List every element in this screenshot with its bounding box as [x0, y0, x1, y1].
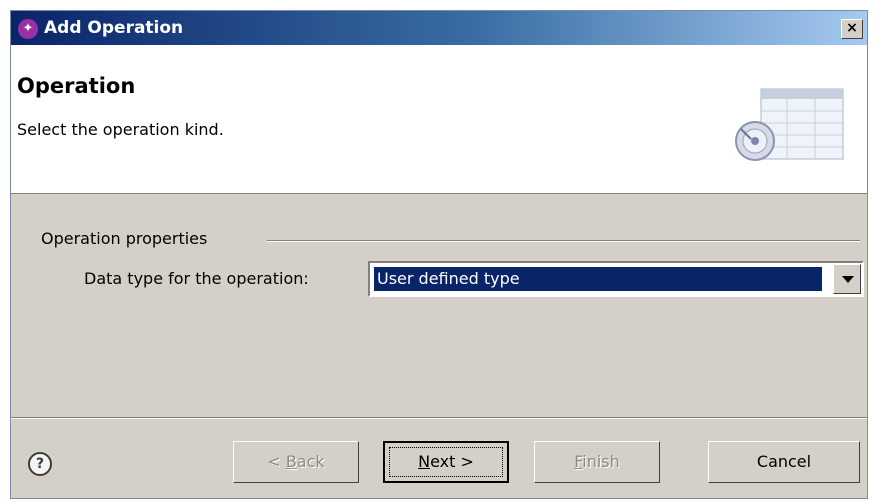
title-bar[interactable]: ✦ Add Operation × — [11, 11, 867, 45]
data-type-select[interactable]: User defined type — [368, 261, 864, 297]
next-label-mnemonic: N — [418, 452, 431, 471]
dropdown-arrow-icon[interactable] — [833, 264, 861, 294]
back-label-mnemonic: B — [285, 452, 297, 471]
page-description: Select the operation kind. — [17, 120, 224, 139]
group-divider — [267, 240, 860, 242]
wizard-header: Operation Select the operation kind. — [11, 45, 867, 194]
back-label-pre: < — [267, 452, 286, 471]
cancel-button[interactable]: Cancel — [708, 441, 860, 483]
finish-label-post: inish — [582, 452, 620, 471]
finish-button[interactable]: Finish — [534, 441, 660, 483]
data-type-label: Data type for the operation: — [84, 269, 309, 288]
wizard-banner-icon — [735, 88, 844, 161]
wizard-app-icon: ✦ — [18, 19, 38, 39]
data-type-selected-value[interactable]: User defined type — [373, 266, 823, 292]
next-button[interactable]: Next > — [383, 441, 509, 483]
page-title: Operation — [17, 74, 136, 98]
add-operation-dialog: ✦ Add Operation × Operation Select the o… — [10, 10, 868, 499]
close-button[interactable]: × — [841, 19, 863, 39]
group-label: Operation properties — [41, 229, 208, 248]
back-label-post: ack — [296, 452, 325, 471]
window-title: Add Operation — [44, 18, 184, 38]
next-label-post: ext > — [430, 452, 474, 471]
help-icon[interactable]: ? — [28, 452, 52, 476]
back-button[interactable]: < Back — [233, 441, 359, 483]
button-bar-separator — [11, 417, 867, 419]
